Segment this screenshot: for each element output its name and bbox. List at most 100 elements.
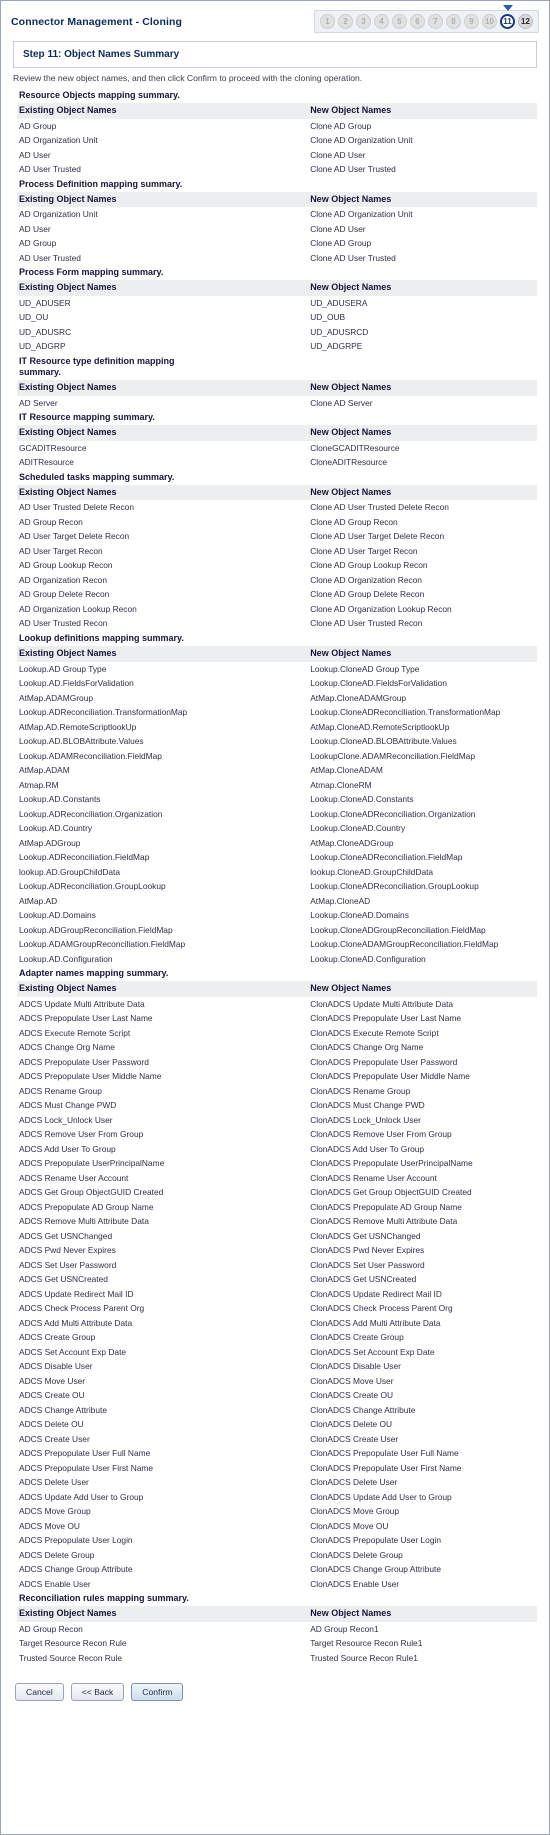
existing-object-name: AD User [19, 149, 51, 160]
table-row: ADCS Add Multi Attribute Data ClonADCS Ad… [17, 1316, 537, 1331]
new-object-name: ClonADCS Move OU [310, 1520, 389, 1531]
existing-object-name: AD Group Recon [19, 1623, 83, 1634]
table-row: AD User Target Recon Clone AD User Target… [17, 544, 537, 559]
table-row: AD User Trusted Delete Recon Clone AD Use… [17, 500, 537, 515]
new-object-name: Clone AD User Trusted [310, 252, 396, 263]
new-object-name: ClonADCS Prepopulate User Full Name [310, 1448, 459, 1459]
step-bubble-10[interactable]: 10 [482, 14, 497, 29]
existing-object-name: ADCS Delete OU [19, 1419, 84, 1430]
step-bubble-11[interactable]: 11 [500, 14, 515, 29]
table-row: AD Server Clone AD Server [17, 396, 537, 411]
existing-object-name: AD Organization Lookup Recon [19, 603, 137, 614]
table-row: AD User Clone AD User [17, 148, 537, 163]
step-bubble-8[interactable]: 8 [446, 14, 461, 29]
table-row: AtMap.ADGroup AtMap.CloneADGroup [17, 836, 537, 851]
column-header-existing: Existing Object Names [17, 645, 309, 662]
existing-object-name: AD User Trusted Delete Recon [19, 502, 134, 513]
section-title: Process Definition mapping summary. [19, 178, 183, 189]
existing-object-name: AD Organization Recon [19, 574, 107, 585]
table-row: ADCS Pwd Never Expires ClonADCS Pwd Never… [17, 1243, 537, 1258]
existing-object-name: Lookup.ADReconciliation.FieldMap [19, 852, 150, 863]
table-row: ADCS Get USNCreated ClonADCS Get USNCreat… [17, 1272, 537, 1287]
table-row: ADCS Delete Group ClonADCS Delete Group [17, 1548, 537, 1563]
table-row: ADCS Change Group Attribute ClonADCS Chan… [17, 1562, 537, 1577]
new-object-name: ClonADCS Prepopulate User First Name [310, 1462, 462, 1473]
confirm-button[interactable]: Confirm [131, 1683, 184, 1702]
section-title: IT Resource mapping summary. [19, 412, 155, 423]
new-object-name: Lookup.CloneADReconciliation.FieldMap [310, 852, 463, 863]
step-bubble-2[interactable]: 2 [338, 14, 353, 29]
column-header-new: New Object Names [308, 102, 537, 119]
new-object-name: UD_OUB [310, 312, 346, 323]
new-object-name: ClonADCS Add User To Group [310, 1143, 425, 1154]
step-bubble-5[interactable]: 5 [392, 14, 407, 29]
existing-object-name: AD Group [19, 120, 57, 131]
new-object-name: Lookup.CloneAD.Country [310, 823, 406, 834]
back-button[interactable]: << Back [70, 1683, 125, 1702]
new-object-name: Lookup.CloneADReconciliation.GroupLookup [310, 881, 479, 892]
existing-object-name: ADCS Delete Group [19, 1549, 95, 1560]
new-object-name: AD Group Recon1 [310, 1623, 379, 1634]
table-row: ADCS Get USNChanged ClonADCS Get USNChang… [17, 1229, 537, 1244]
existing-object-name: Lookup.ADReconciliation.GroupLookup [19, 881, 166, 892]
table-header-row: Existing Object Names New Object Names [17, 379, 537, 396]
table-row: AD Group Clone AD Group [17, 236, 537, 251]
page-title: Connector Management - Cloning [11, 15, 182, 28]
existing-object-name: ADCS Remove Multi Attribute Data [19, 1216, 149, 1227]
column-header-existing: Existing Object Names [17, 191, 309, 208]
existing-object-name: ADCS Must Change PWD [19, 1100, 117, 1111]
new-object-name: Target Resource Recon Rule1 [310, 1638, 423, 1649]
step-bubble-12[interactable]: 12 [518, 14, 533, 29]
column-header-existing: Existing Object Names [17, 425, 309, 441]
new-object-name: ClonADCS Lock_Unlock User [310, 1114, 421, 1125]
new-object-name: ClonADCS Execute Remote Script [310, 1027, 439, 1038]
new-object-name: ClonADCS Change Org Name [310, 1042, 424, 1053]
table-row: ADCS Create Group ClonADCS Create Group [17, 1330, 537, 1345]
new-object-name: Clone AD Group Recon [310, 516, 398, 527]
table-row: ADCS Prepopulate AD Group Name ClonADCS P… [17, 1200, 537, 1215]
step-bubble-4[interactable]: 4 [374, 14, 389, 29]
new-object-name: ClonADCS Set Account Exp Date [310, 1346, 435, 1357]
step-bubble-9[interactable]: 9 [464, 14, 479, 29]
step-bubble-3[interactable]: 3 [356, 14, 371, 29]
existing-object-name: ADCS Create User [19, 1433, 90, 1444]
step-bubble-1[interactable]: 1 [320, 14, 335, 29]
new-object-name: AtMap.CloneAD.RemoteScriptlookUp [310, 721, 450, 732]
new-object-name: Lookup.CloneAD.FieldsForValidation [310, 678, 447, 689]
existing-object-name: Lookup.ADGroupReconciliation.FieldMap [19, 924, 173, 935]
step-bubble-6[interactable]: 6 [410, 14, 425, 29]
step-bubble-7[interactable]: 7 [428, 14, 443, 29]
new-object-name: Clone AD User Trusted [310, 164, 396, 175]
table-row: AD Organization Lookup Recon Clone AD Org… [17, 602, 537, 617]
existing-object-name: ADCS Move Group [19, 1506, 91, 1517]
new-object-name: ClonADCS Rename User Account [310, 1172, 437, 1183]
cancel-button[interactable]: Cancel [15, 1683, 64, 1702]
column-header-new: New Object Names [308, 645, 537, 662]
mapping-table: Existing Object Names New Object Names ADC… [17, 981, 537, 1591]
existing-object-name: ADCS Remove User From Group [19, 1129, 144, 1140]
existing-object-name: ADCS Lock_Unlock User [19, 1114, 113, 1125]
section-title: Reconciliation rules mapping summary. [19, 1593, 189, 1604]
table-row: ADCS Prepopulate User Password ClonADCS P… [17, 1055, 537, 1070]
existing-object-name: ADCS Create OU [19, 1390, 85, 1401]
table-row: ADCS Lock_Unlock User ClonADCS Lock_Unloc… [17, 1113, 537, 1128]
existing-object-name: Lookup.AD.Domains [19, 910, 96, 921]
table-row: ADCS Set Account Exp Date ClonADCS Set Ac… [17, 1345, 537, 1360]
table-row: UD_ADGRP UD_ADGRPE [17, 339, 537, 354]
existing-object-name: ADCS Prepopulate User Password [19, 1056, 149, 1067]
new-object-name: AtMap.CloneADGroup [310, 837, 394, 848]
new-object-name: ClonADCS Get Group ObjectGUID Created [310, 1187, 472, 1198]
existing-object-name: ADCS Pwd Never Expires [19, 1245, 116, 1256]
table-row: Lookup.ADReconciliation.FieldMap Lookup.C… [17, 850, 537, 865]
new-object-name: Clone AD User [310, 223, 366, 234]
existing-object-name: AD User Trusted Recon [19, 618, 108, 629]
table-row: ADCS Move OU ClonADCS Move OU [17, 1519, 537, 1534]
table-row: UD_ADUSER UD_ADUSERA [17, 296, 537, 311]
new-object-name: Lookup.CloneAD.BLOBAttribute.Values [310, 736, 457, 747]
existing-object-name: Trusted Source Recon Rule [19, 1652, 123, 1663]
table-row: Atmap.RM Atmap.CloneRM [17, 778, 537, 793]
existing-object-name: ADCS Check Process Parent Org [19, 1303, 145, 1314]
column-header-new: New Object Names [308, 379, 537, 396]
table-row: AD Group Lookup Recon Clone AD Group Look… [17, 558, 537, 573]
existing-object-name: ADCS Rename User Account [19, 1172, 129, 1183]
